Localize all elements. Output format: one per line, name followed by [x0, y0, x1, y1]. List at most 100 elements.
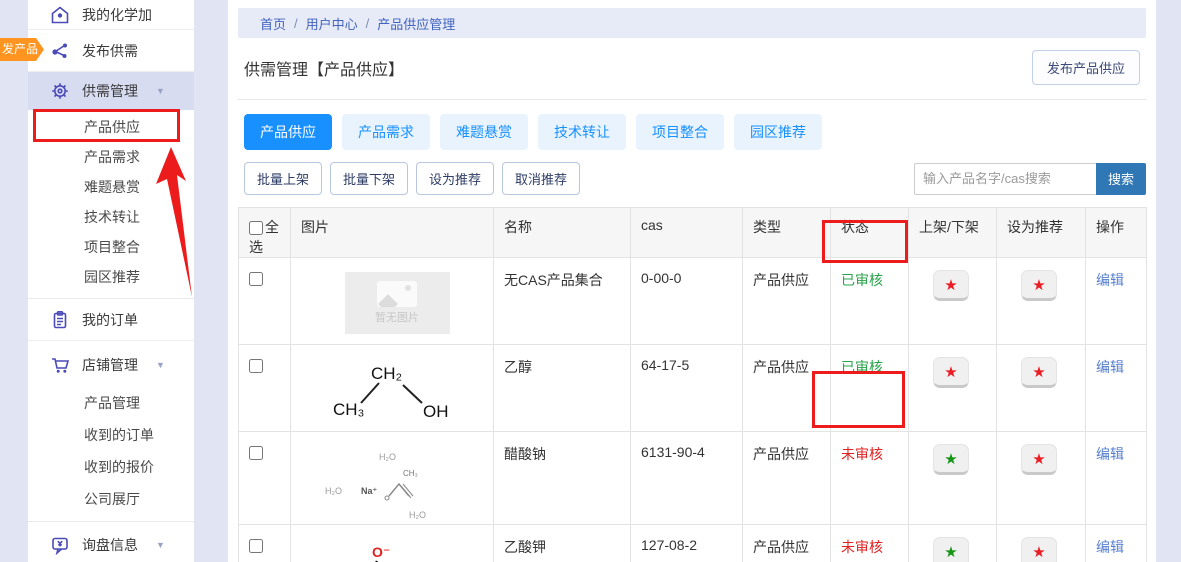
- edit-link[interactable]: 编辑: [1096, 446, 1124, 462]
- status-badge: 未审核: [841, 446, 883, 462]
- row-checkbox[interactable]: [249, 446, 263, 460]
- status-badge: 已审核: [841, 359, 883, 375]
- tab-tech-transfer[interactable]: 技术转让: [538, 114, 626, 150]
- sidebar-item-label: 我的化学加: [82, 5, 152, 25]
- onoff-star-button[interactable]: ★: [933, 270, 969, 301]
- sidebar-group-label: 询盘信息: [82, 535, 138, 555]
- recommend-star-button[interactable]: ★: [1021, 357, 1057, 388]
- row-checkbox[interactable]: [249, 539, 263, 553]
- sidebar-item-product-management[interactable]: 产品管理: [28, 387, 194, 419]
- breadcrumb-user-center[interactable]: 用户中心: [306, 14, 358, 33]
- cancel-recommend-button[interactable]: 取消推荐: [502, 162, 580, 195]
- batch-on-shelf-button[interactable]: 批量上架: [244, 162, 322, 195]
- sidebar-item-label: 我的订单: [82, 310, 138, 330]
- product-type: 产品供应: [743, 345, 831, 432]
- sidebar-item-problem-reward[interactable]: 难题悬赏: [28, 172, 194, 202]
- row-checkbox[interactable]: [249, 272, 263, 286]
- onoff-star-button[interactable]: ★: [933, 444, 969, 475]
- breadcrumb-current: 产品供应管理: [377, 14, 455, 33]
- select-all-checkbox[interactable]: [249, 221, 263, 235]
- edit-link[interactable]: 编辑: [1096, 272, 1124, 288]
- no-image-text: 暂无图片: [375, 309, 419, 325]
- set-recommend-button[interactable]: 设为推荐: [416, 162, 494, 195]
- sidebar-item-received-quotes[interactable]: 收到的报价: [28, 451, 194, 483]
- sidebar: 我的化学加 发布供需 供需管理 ▼ 产品供应 产品需求 难题悬赏 技术转让 项目…: [28, 0, 194, 562]
- sidebar-item-tech-transfer[interactable]: 技术转让: [28, 202, 194, 232]
- clipboard-icon: [50, 310, 70, 330]
- tab-product-supply[interactable]: 产品供应: [244, 114, 332, 150]
- sidebar-item-product-supply[interactable]: 产品供应: [28, 112, 194, 142]
- sidebar-group-supply-management[interactable]: 供需管理 ▼: [28, 72, 194, 110]
- header-image: 图片: [291, 208, 494, 258]
- breadcrumb-home[interactable]: 首页: [260, 14, 286, 33]
- table-row: 暂无图片 无CAS产品集合 0-00-0 产品供应 已审核 ★ ★ 编辑: [239, 258, 1147, 345]
- svg-text:H₂O: H₂O: [325, 486, 342, 496]
- inquiry-bubble-icon: [50, 535, 70, 555]
- sidebar-group-label: 供需管理: [82, 81, 138, 101]
- search-button[interactable]: 搜索: [1096, 163, 1146, 195]
- sidebar-item-my-chemplus[interactable]: 我的化学加: [28, 0, 194, 30]
- toolbar: 批量上架 批量下架 设为推荐 取消推荐 搜索: [238, 162, 1146, 195]
- breadcrumb-separator: /: [366, 16, 370, 31]
- svg-text:Na⁺: Na⁺: [361, 486, 378, 496]
- publish-supply-button[interactable]: 发布产品供应: [1032, 50, 1140, 85]
- product-type: 产品供应: [743, 525, 831, 562]
- share-icon: [50, 41, 70, 61]
- main-panel: 首页 / 用户中心 / 产品供应管理 供需管理【产品供应】 发布产品供应 产品供…: [228, 0, 1156, 562]
- row-checkbox[interactable]: [249, 359, 263, 373]
- table-row: O⁻ O K⁺ 乙酸钾 127-08-2 产品供应 未审核 ★ ★ 编辑: [239, 525, 1147, 562]
- star-icon: ★: [1032, 276, 1045, 294]
- product-type: 产品供应: [743, 432, 831, 525]
- sidebar-item-product-demand[interactable]: 产品需求: [28, 142, 194, 172]
- status-badge: 未审核: [841, 539, 883, 555]
- star-icon: ★: [944, 543, 957, 561]
- title-row: 供需管理【产品供应】 发布产品供应: [238, 50, 1146, 100]
- sidebar-item-park-recommend[interactable]: 园区推荐: [28, 262, 194, 292]
- edit-link[interactable]: 编辑: [1096, 539, 1124, 555]
- onoff-star-button[interactable]: ★: [933, 537, 969, 562]
- image-placeholder-icon: [377, 281, 417, 307]
- chevron-down-icon: ▼: [156, 86, 165, 96]
- star-icon: ★: [1032, 450, 1045, 468]
- tab-problem-reward[interactable]: 难题悬赏: [440, 114, 528, 150]
- header-status: 状态: [831, 208, 909, 258]
- page-title: 供需管理【产品供应】: [244, 56, 404, 80]
- sodium-acetate-structure-image: H₂O H₂O H₂O Na⁺ CH₃: [317, 444, 477, 524]
- recommend-star-button[interactable]: ★: [1021, 270, 1057, 301]
- status-badge: 已审核: [841, 272, 883, 288]
- star-icon: ★: [944, 363, 957, 381]
- tab-park-recommend[interactable]: 园区推荐: [734, 114, 822, 150]
- breadcrumb-separator: /: [294, 16, 298, 31]
- tab-product-demand[interactable]: 产品需求: [342, 114, 430, 150]
- product-cas: 6131-90-4: [631, 432, 743, 525]
- recommend-star-button[interactable]: ★: [1021, 537, 1057, 562]
- cart-icon: [50, 355, 70, 375]
- search-bar: 搜索: [914, 163, 1146, 195]
- sidebar-group-inquiry-info[interactable]: 询盘信息 ▼: [28, 526, 194, 562]
- product-name: 乙醇: [494, 345, 631, 432]
- quick-publish-ribbon[interactable]: 发产品: [0, 38, 44, 61]
- sidebar-item-received-orders[interactable]: 收到的订单: [28, 419, 194, 451]
- search-input[interactable]: [914, 163, 1096, 195]
- sidebar-group-shop-management[interactable]: 店铺管理 ▼: [28, 345, 194, 385]
- edit-link[interactable]: 编辑: [1096, 359, 1124, 375]
- svg-text:H₂O: H₂O: [409, 510, 426, 520]
- tab-project-integration[interactable]: 项目整合: [636, 114, 724, 150]
- breadcrumb: 首页 / 用户中心 / 产品供应管理: [238, 8, 1146, 38]
- sidebar-item-company-showroom[interactable]: 公司展厅: [28, 483, 194, 515]
- product-name: 乙酸钾: [494, 525, 631, 562]
- header-cas: cas: [631, 208, 743, 258]
- home-icon: [50, 5, 70, 25]
- sidebar-item-label: 发布供需: [82, 41, 138, 61]
- recommend-star-button[interactable]: ★: [1021, 444, 1057, 475]
- product-table: 全选 图片 名称 cas 类型 状态 上架/下架 设为推荐 操作 暂无图片: [238, 207, 1147, 562]
- onoff-star-button[interactable]: ★: [933, 357, 969, 388]
- batch-off-shelf-button[interactable]: 批量下架: [330, 162, 408, 195]
- star-icon: ★: [944, 276, 957, 294]
- sidebar-item-my-orders[interactable]: 我的订单: [28, 299, 194, 341]
- product-cas: 127-08-2: [631, 525, 743, 562]
- svg-text:CH₂: CH₂: [371, 364, 402, 383]
- supply-submenu: 产品供应 产品需求 难题悬赏 技术转让 项目整合 园区推荐: [28, 110, 194, 299]
- sidebar-item-publish[interactable]: 发布供需: [28, 30, 194, 72]
- sidebar-item-project-integration[interactable]: 项目整合: [28, 232, 194, 262]
